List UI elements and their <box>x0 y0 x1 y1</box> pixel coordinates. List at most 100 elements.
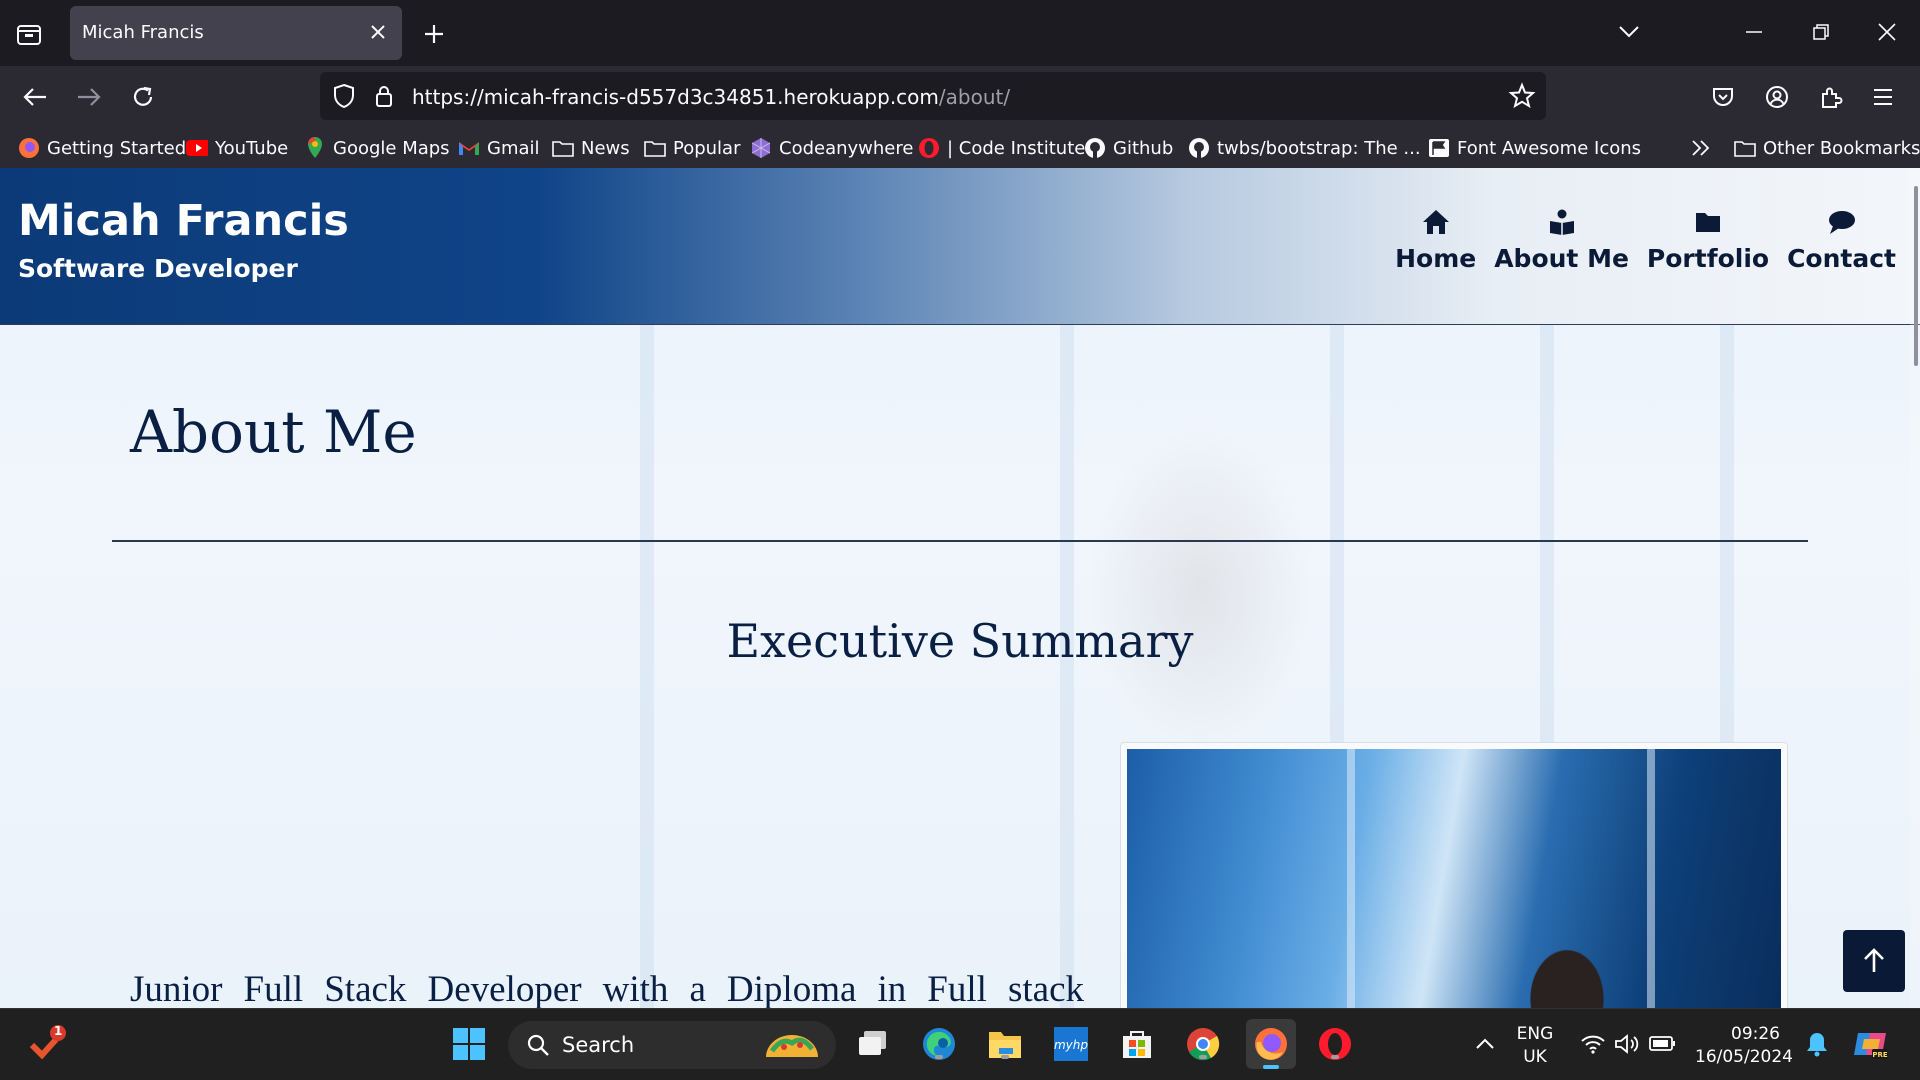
bookmark-star-icon[interactable] <box>1508 82 1536 110</box>
app-notification-icon[interactable]: 1 <box>28 1024 66 1063</box>
task-view-icon[interactable] <box>854 1025 892 1063</box>
youtube-icon <box>186 137 208 159</box>
bookmark-label: Google Maps <box>333 137 450 159</box>
url-main: https://micah-francis-d557d3c34851.herok… <box>412 85 939 109</box>
forward-arrow-icon[interactable] <box>72 80 106 114</box>
bookmark-gmail[interactable]: Gmail <box>458 134 540 162</box>
nav-portfolio[interactable]: Portfolio <box>1647 208 1769 273</box>
nav-label: Contact <box>1787 244 1896 273</box>
start-windows-icon[interactable] <box>450 1025 488 1063</box>
clock-time: 09:26 <box>1731 1024 1780 1044</box>
bookmark-label: YouTube <box>215 137 289 159</box>
navigation-toolbar: https://micah-francis-d557d3c34851.herok… <box>0 66 1920 128</box>
taskbar-search[interactable]: Search <box>508 1021 836 1069</box>
more-bookmarks-chevron-icon[interactable] <box>1690 134 1712 162</box>
back-arrow-icon[interactable] <box>18 80 52 114</box>
pocket-icon[interactable] <box>1706 80 1740 114</box>
language-region: UK <box>1523 1047 1547 1067</box>
bookmark-label: Gmail <box>487 137 540 159</box>
site-header: Micah Francis Software Developer Home Ab… <box>0 168 1920 325</box>
about-icon <box>1549 209 1574 235</box>
wifi-icon[interactable] <box>1574 1025 1612 1063</box>
folder-icon <box>1734 137 1756 159</box>
reload-icon[interactable] <box>126 80 160 114</box>
extensions-icon[interactable] <box>1814 80 1848 114</box>
tracking-protection-shield-icon[interactable] <box>330 82 358 110</box>
divider <box>112 540 1808 542</box>
microsoft-store-icon[interactable] <box>1118 1025 1156 1063</box>
back-to-top-button[interactable] <box>1843 930 1905 992</box>
search-highlight-taco-icon <box>766 1035 818 1057</box>
nav-home[interactable]: Home <box>1395 208 1476 273</box>
nav-label: Home <box>1395 244 1477 273</box>
clock-date: 16/05/2024 <box>1695 1047 1793 1067</box>
flag-icon <box>1428 137 1450 159</box>
search-icon <box>527 1034 549 1056</box>
volume-icon[interactable] <box>1608 1025 1646 1063</box>
bookmark-folder-news[interactable]: News <box>552 134 630 162</box>
menu-hamburger-icon[interactable] <box>1866 80 1900 114</box>
maps-pin-icon <box>304 137 326 159</box>
scrollbar[interactable] <box>1910 168 1920 1008</box>
active-indicator <box>1263 1065 1279 1069</box>
bookmark-label: Getting Started <box>47 137 187 159</box>
show-hidden-icons-chevron-icon[interactable] <box>1466 1025 1504 1063</box>
nav-about-me[interactable]: About Me <box>1494 208 1629 273</box>
input-language[interactable]: ENG UK <box>1512 1023 1558 1069</box>
bookmark-folder-popular[interactable]: Popular <box>644 134 741 162</box>
notification-badge: 1 <box>54 1024 63 1038</box>
myhp-icon[interactable]: myhp <box>1052 1025 1090 1063</box>
url-text[interactable]: https://micah-francis-d557d3c34851.herok… <box>412 85 1010 109</box>
brand-name[interactable]: Micah Francis <box>18 196 349 246</box>
github-icon <box>1188 137 1210 159</box>
bookmark-google-maps[interactable]: Google Maps <box>304 134 450 162</box>
bookmark-codeanywhere[interactable]: Codeanywhere <box>750 134 913 162</box>
summary-paragraph: Junior Full Stack Developer with a Diplo… <box>130 969 1084 1008</box>
list-all-tabs-chevron-icon[interactable] <box>1596 12 1662 52</box>
running-indicator <box>935 1055 943 1059</box>
bookmark-label: Codeanywhere <box>779 137 914 159</box>
edge-browser-icon[interactable] <box>920 1025 958 1063</box>
firefox-taskbar-icon[interactable] <box>1246 1019 1296 1069</box>
running-indicator <box>1001 1055 1009 1059</box>
close-tab-icon[interactable] <box>366 20 390 44</box>
photo-detail <box>1347 749 1355 1008</box>
nav-contact[interactable]: Contact <box>1787 208 1896 273</box>
restore-icon[interactable] <box>1788 12 1854 52</box>
tab-list-icon[interactable] <box>14 20 46 48</box>
bookmark-getting-started[interactable]: Getting Started <box>18 134 186 162</box>
minimize-icon[interactable] <box>1722 12 1788 52</box>
clock[interactable]: 09:26 16/05/2024 <box>1694 1023 1794 1069</box>
language-code: ENG <box>1516 1024 1554 1044</box>
bookmark-github[interactable]: Github <box>1084 134 1173 162</box>
bookmark-youtube[interactable]: YouTube <box>186 134 288 162</box>
bookmark-font-awesome[interactable]: Font Awesome Icons <box>1428 134 1641 162</box>
close-window-icon[interactable] <box>1854 12 1920 52</box>
bookmark-label: News <box>581 137 630 159</box>
opera-taskbar-icon[interactable] <box>1316 1025 1354 1063</box>
battery-icon[interactable] <box>1644 1025 1682 1063</box>
svg-text:PRE: PRE <box>1872 1051 1888 1059</box>
bookmark-label: Popular <box>673 137 741 159</box>
bookmark-twbs-bootstrap[interactable]: twbs/bootstrap: The ... <box>1188 134 1421 162</box>
tab-bar: Micah Francis <box>0 0 1920 66</box>
new-tab-icon[interactable] <box>420 20 448 48</box>
bookmark-code-institute[interactable]: | Code Institute <box>918 134 1085 162</box>
copilot-icon[interactable]: PRE <box>1852 1025 1890 1063</box>
account-icon[interactable] <box>1760 80 1794 114</box>
file-explorer-icon[interactable] <box>986 1025 1024 1063</box>
lock-icon[interactable] <box>370 82 398 110</box>
arrow-up-icon <box>1864 948 1884 972</box>
chrome-icon[interactable] <box>1184 1025 1222 1063</box>
brand-subtitle: Software Developer <box>18 254 298 283</box>
running-indicator <box>1199 1055 1207 1059</box>
nav-label: About Me <box>1494 244 1629 273</box>
bookmark-label: | Code Institute <box>947 137 1086 159</box>
notifications-bell-icon[interactable] <box>1798 1025 1836 1063</box>
active-tab[interactable]: Micah Francis <box>70 6 402 60</box>
tab-title: Micah Francis <box>82 22 204 43</box>
folder-icon <box>1696 213 1720 232</box>
scrollbar-thumb[interactable] <box>1914 186 1918 366</box>
address-bar[interactable]: https://micah-francis-d557d3c34851.herok… <box>320 72 1546 120</box>
other-bookmarks-folder[interactable]: Other Bookmarks <box>1734 134 1920 162</box>
